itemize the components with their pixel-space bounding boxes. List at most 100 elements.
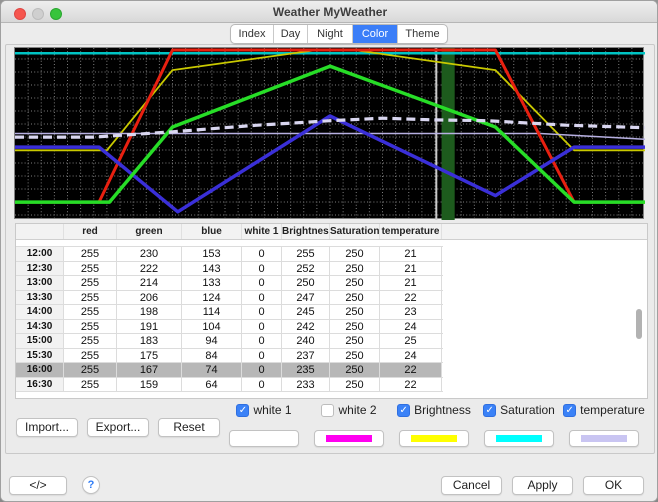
cell-1630-temperature[interactable]: 22 [380,378,442,392]
table-row-1400[interactable]: 14:00255198114024525023 [16,305,443,320]
cell-1200-green[interactable]: 230 [117,247,182,261]
cell-1630-white-1[interactable]: 0 [242,378,282,392]
cell-1500-brightness[interactable]: 240 [282,334,330,348]
cell-1400-blue[interactable]: 114 [182,305,242,319]
row-time-label[interactable]: 14:30 [16,320,64,334]
column-header-saturation[interactable]: Saturation [330,224,380,239]
row-time-label[interactable]: 16:30 [16,378,64,392]
cell-1630-saturation[interactable]: 250 [330,378,380,392]
cancel-button[interactable]: Cancel [441,476,502,495]
cell-1230-red[interactable]: 255 [64,262,117,276]
cell-1230-green[interactable]: 222 [117,262,182,276]
cell-1600-saturation[interactable]: 250 [330,363,380,377]
cell-1230-white-1[interactable]: 0 [242,262,282,276]
cell-1630-brightness[interactable]: 233 [282,378,330,392]
column-header-green[interactable]: green [117,224,182,239]
cell-1230-blue[interactable]: 143 [182,262,242,276]
column-header-brightness[interactable]: Brightness [282,224,330,239]
table-row-1130[interactable]: 11:30255222143025225021 [16,240,443,247]
cell-1230-temperature[interactable]: 21 [380,262,442,276]
cell-1400-brightness[interactable]: 245 [282,305,330,319]
cell-1600-brightness[interactable]: 235 [282,363,330,377]
cell-1400-saturation[interactable]: 250 [330,305,380,319]
temperature-color-swatch-button[interactable] [569,430,639,447]
row-time-label[interactable]: 13:30 [16,291,64,305]
cell-1600-blue[interactable]: 74 [182,363,242,377]
cell-1300-saturation[interactable]: 250 [330,276,380,290]
ok-button[interactable]: OK [583,476,644,495]
saturation-checkbox[interactable]: ✓Saturation [484,403,554,417]
cell-1200-brightness[interactable]: 255 [282,247,330,261]
row-time-label[interactable]: 12:00 [16,247,64,261]
brightness-checkbox[interactable]: ✓Brightness [399,403,469,417]
cell-1430-red[interactable]: 255 [64,320,117,334]
cell-1600-red[interactable]: 255 [64,363,117,377]
table-row-1230[interactable]: 12:30255222143025225021 [16,262,443,277]
column-header-temperature[interactable]: temperature [380,224,442,239]
cell-1400-red[interactable]: 255 [64,305,117,319]
cell-1200-saturation[interactable]: 250 [330,247,380,261]
cell-1200-blue[interactable]: 153 [182,247,242,261]
column-header-red[interactable]: red [64,224,117,239]
cell-1530-red[interactable]: 255 [64,349,117,363]
cell-1630-red[interactable]: 255 [64,378,117,392]
cell-1430-white-1[interactable]: 0 [242,320,282,334]
brightness-color-swatch-button[interactable] [399,430,469,447]
cell-1200-white-1[interactable]: 0 [242,247,282,261]
table-row-1200[interactable]: 12:00255230153025525021 [16,247,443,262]
cell-1400-white-1[interactable]: 0 [242,305,282,319]
cell-1630-green[interactable]: 159 [117,378,182,392]
export-button[interactable]: Export... [87,418,149,437]
white-2-color-swatch-button[interactable] [314,430,384,447]
cell-1430-green[interactable]: 191 [117,320,182,334]
help-button[interactable]: ? [82,476,100,494]
table-row-1330[interactable]: 13:30255206124024725022 [16,291,443,306]
cell-1330-green[interactable]: 206 [117,291,182,305]
row-time-label[interactable]: 12:30 [16,262,64,276]
cell-1530-temperature[interactable]: 24 [380,349,442,363]
cell-1330-blue[interactable]: 124 [182,291,242,305]
saturation-color-swatch-button[interactable] [484,430,554,447]
white-1-checkbox[interactable]: ✓white 1 [229,403,299,417]
cell-1200-red[interactable]: 255 [64,247,117,261]
cell-1330-saturation[interactable]: 250 [330,291,380,305]
cell-1630-blue[interactable]: 64 [182,378,242,392]
cell-1600-green[interactable]: 167 [117,363,182,377]
cell-1300-blue[interactable]: 133 [182,276,242,290]
table-row-1300[interactable]: 13:00255214133025025021 [16,276,443,291]
cell-1330-brightness[interactable]: 247 [282,291,330,305]
cell-1400-temperature[interactable]: 23 [380,305,442,319]
cell-1230-saturation[interactable]: 250 [330,262,380,276]
tab-night[interactable]: Night [308,25,353,43]
cell-1530-green[interactable]: 175 [117,349,182,363]
apply-button[interactable]: Apply [512,476,573,495]
cell-1300-red[interactable]: 255 [64,276,117,290]
cell-1500-red[interactable]: 255 [64,334,117,348]
cell-1600-white-1[interactable]: 0 [242,363,282,377]
cell-1330-temperature[interactable]: 22 [380,291,442,305]
table-row-1630[interactable]: 16:3025515964023325022 [16,378,443,393]
cell-1530-blue[interactable]: 84 [182,349,242,363]
cell-1300-temperature[interactable]: 21 [380,276,442,290]
reset-button[interactable]: Reset [158,418,220,437]
cell-1530-white-1[interactable]: 0 [242,349,282,363]
white-2-checkbox[interactable]: white 2 [314,403,384,417]
table-row-1500[interactable]: 15:0025518394024025025 [16,334,443,349]
column-header-white-1[interactable]: white 1 [242,224,282,239]
row-time-label[interactable]: 14:00 [16,305,64,319]
import-button[interactable]: Import... [16,418,78,437]
tab-index[interactable]: Index [231,25,274,43]
cell-1400-green[interactable]: 198 [117,305,182,319]
white-1-color-swatch-button[interactable] [229,430,299,447]
code-view-button[interactable]: </> [9,476,67,495]
cell-1500-temperature[interactable]: 25 [380,334,442,348]
cell-1300-white-1[interactable]: 0 [242,276,282,290]
table-row-1430[interactable]: 14:30255191104024225024 [16,320,443,335]
cell-1500-green[interactable]: 183 [117,334,182,348]
table-row-1600[interactable]: 16:0025516774023525022 [16,363,443,378]
cell-1500-blue[interactable]: 94 [182,334,242,348]
cell-1200-temperature[interactable]: 21 [380,247,442,261]
cell-1530-saturation[interactable]: 250 [330,349,380,363]
cell-1500-white-1[interactable]: 0 [242,334,282,348]
cell-1330-red[interactable]: 255 [64,291,117,305]
